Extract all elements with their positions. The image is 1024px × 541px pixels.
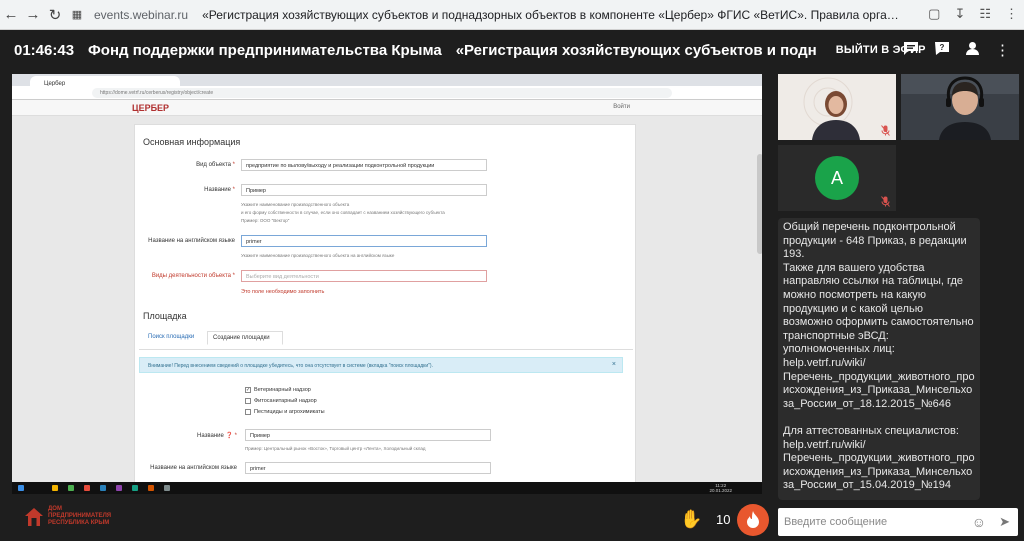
back-icon[interactable]: ← — [0, 6, 22, 23]
object-type-select: предприятие по вылову/выходу и реализаци… — [241, 159, 487, 171]
webinar-header: 01:46:43 Фонд поддержки предпринимательс… — [0, 30, 1024, 70]
webinar-title: «Регистрация хозяйствующих субъектов и п… — [455, 41, 816, 59]
activity-input: Выберите вид деятельности — [241, 270, 487, 282]
object-type-label: Вид объекта * — [196, 162, 235, 168]
reload-icon[interactable]: ↻ — [44, 6, 66, 24]
taskbar-app-icon — [84, 485, 90, 491]
extensions-icon[interactable]: ☷ — [979, 6, 991, 22]
checkbox-vet: ✓ Ветеринарный надзор — [245, 387, 311, 393]
forward-icon[interactable]: → — [22, 6, 44, 23]
cerberus-logo: ЦЕРБЕР — [132, 103, 170, 113]
taskbar-app-icon — [132, 485, 138, 491]
organization-name: Фонд поддержки предпринимательства Крыма — [88, 41, 442, 59]
checkbox-checked: ✓ — [245, 387, 251, 393]
section-site-title: Площадка — [143, 311, 187, 321]
mic-muted-icon — [881, 196, 890, 207]
taskbar-app-icon — [164, 485, 170, 491]
avatar: A — [815, 156, 859, 200]
taskbar-app-icon — [116, 485, 122, 491]
raise-hand-icon[interactable]: ✋ — [680, 509, 702, 530]
bottom-bar: ДОМ ПРЕДПРИНИМАТЕЛЯ РЕСПУБЛИКА КРЫМ ✋ 10… — [0, 500, 1024, 541]
page-title: «Регистрация хозяйствующих субъектов и п… — [202, 7, 902, 22]
message-composer[interactable]: ☺ ➤ — [778, 508, 1018, 536]
close-icon: × — [611, 361, 616, 368]
tabs-divider — [139, 349, 633, 350]
checkbox-pest: Пестициды и агрохимикаты — [245, 409, 325, 415]
taskbar-app-icon — [148, 485, 154, 491]
participant-2-image — [901, 74, 1019, 140]
emoji-icon[interactable]: ☺ — [972, 514, 986, 530]
participant-video-2[interactable] — [901, 74, 1019, 140]
section-main-title: Основная информация — [143, 137, 241, 147]
shared-scrollbar — [757, 154, 762, 254]
taskbar-app-icon — [68, 485, 74, 491]
participant-video-3[interactable]: A — [778, 145, 896, 211]
checkbox-unchecked — [245, 409, 251, 415]
chat-message: Для аттестованных специалистов: help.vet… — [783, 424, 975, 492]
site-name-input: Пример — [245, 429, 491, 441]
mic-muted-icon — [881, 125, 890, 136]
bookmark-icon[interactable]: ▢ — [928, 6, 940, 22]
login-link: Войти — [613, 104, 630, 110]
name-hint-2: и его форму собственности в случае, если… — [241, 210, 445, 215]
name-hint-3: Пример: ООО "Вектор" — [241, 218, 290, 223]
reaction-fire-button[interactable] — [737, 504, 769, 536]
checkbox-phyto: Фитосанитарный надзор — [245, 398, 317, 404]
screen-share: Цербер https://dome.vetrf.ru/cerberus/re… — [12, 74, 762, 494]
download-icon[interactable]: ↧ — [954, 6, 965, 22]
address-bar[interactable]: events.webinar.ru — [94, 8, 188, 22]
eng-name-input: primer — [241, 235, 487, 247]
chat-message: Общий перечень подконтрольной продукции … — [783, 221, 975, 410]
message-input[interactable] — [784, 514, 964, 530]
shared-url: https://dome.vetrf.ru/cerberus/registry/… — [92, 88, 672, 98]
site-name-hint: Пример: Центральный рынок «Восток», Торг… — [245, 446, 426, 451]
house-logo-icon — [25, 507, 43, 526]
cerberus-header: ЦЕРБЕР Войти — [12, 100, 762, 116]
site-eng-label: Название на английском языке — [150, 465, 237, 471]
user-icon[interactable] — [965, 41, 980, 60]
question-icon[interactable]: ? — [934, 41, 950, 60]
participant-1-image — [778, 74, 896, 140]
more-icon[interactable]: ⋮ — [995, 41, 1010, 60]
name-input: Пример — [241, 184, 487, 196]
activity-label: Виды деятельности объекта * — [151, 273, 235, 279]
chat-icon[interactable] — [903, 41, 919, 60]
name-label: Название * — [204, 187, 235, 193]
send-icon[interactable]: ➤ — [999, 514, 1010, 530]
registration-form: Основная информация Вид объекта * предпр… — [134, 124, 636, 494]
checkbox-unchecked — [245, 398, 251, 404]
activity-error: Это поле необходимо заполнить — [241, 289, 325, 295]
taskbar-app-icon — [52, 485, 58, 491]
taskbar-app-icon — [100, 485, 106, 491]
site-info-icon[interactable]: ▦ — [66, 8, 88, 21]
browser-toolbar: ← → ↻ ▦ events.webinar.ru «Регистрация х… — [0, 0, 1024, 30]
tab-create-site: Создание площадки — [207, 331, 283, 345]
svg-text:?: ? — [940, 43, 945, 52]
windows-start-icon — [18, 485, 24, 491]
site-name-label: Название ❓ * — [197, 433, 237, 439]
eng-name-label: Название на английском языке — [148, 238, 235, 244]
site-eng-input: primer — [245, 462, 491, 474]
eng-name-hint: Укажите наименование производственного о… — [241, 253, 395, 258]
fire-icon — [747, 511, 759, 528]
info-alert-text: Внимание! Перед внесением сведений о пло… — [148, 363, 433, 369]
taskbar-clock: 11:22 20.01.2022 — [709, 483, 732, 493]
elapsed-time: 01:46:43 — [14, 41, 75, 59]
name-hint-1: Укажите наименование производственного о… — [241, 202, 350, 207]
shared-taskbar: 11:22 20.01.2022 — [12, 482, 762, 494]
menu-icon[interactable]: ⋮ — [1005, 6, 1018, 22]
participant-video-1[interactable] — [778, 74, 896, 140]
raised-hands-count: 10 — [716, 512, 731, 527]
tab-search-site: Поиск площадки — [148, 334, 195, 340]
chat-panel[interactable]: Общий перечень подконтрольной продукции … — [778, 218, 980, 500]
info-alert: Внимание! Перед внесением сведений о пло… — [139, 357, 623, 373]
shared-address-bar: https://dome.vetrf.ru/cerberus/registry/… — [12, 86, 762, 100]
organizer-logo: ДОМ ПРЕДПРИНИМАТЕЛЯ РЕСПУБЛИКА КРЫМ — [24, 506, 111, 527]
